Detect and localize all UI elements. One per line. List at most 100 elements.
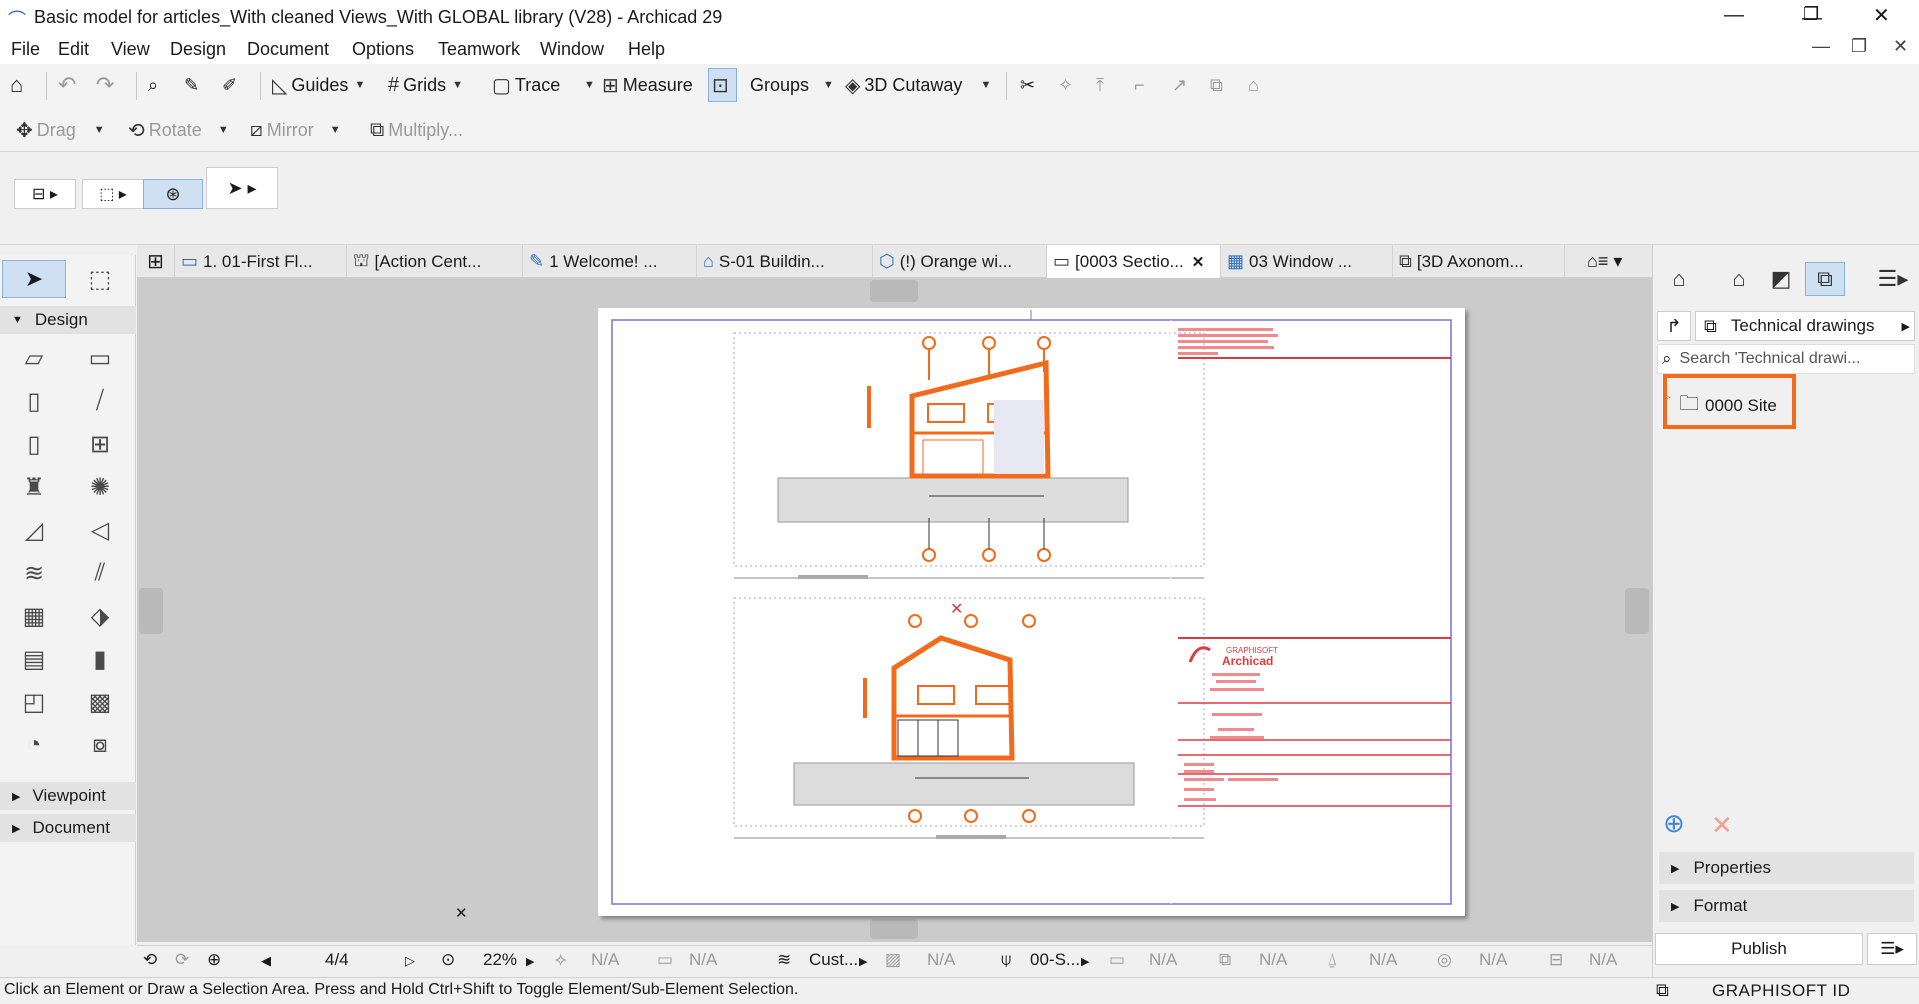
doc-restore-button[interactable]: ❐: [1851, 36, 1867, 57]
undo-view-icon[interactable]: ⟲: [143, 950, 157, 970]
menu-window[interactable]: Window: [540, 39, 604, 60]
project-map-icon[interactable]: ⌂: [1659, 262, 1699, 296]
trace-button[interactable]: ▢ Trace: [492, 70, 560, 100]
mirror-button[interactable]: ⧄ Mirror ▼: [250, 115, 341, 145]
graphic-override-value[interactable]: N/A: [1369, 950, 1397, 970]
selection-method-button[interactable]: ⊟ ▸: [14, 179, 76, 209]
publish-options-button[interactable]: ☰▸: [1867, 933, 1917, 965]
column-tool-icon[interactable]: ▯: [14, 383, 54, 419]
curtain-wall-tool-icon[interactable]: ▦: [14, 598, 54, 634]
zoom-in-icon[interactable]: ⊕: [207, 950, 221, 970]
layer-combination-icon[interactable]: ⟡: [555, 950, 566, 970]
publish-button[interactable]: Publish: [1655, 933, 1863, 965]
renovation-value[interactable]: N/A: [1149, 950, 1177, 970]
undo-icon[interactable]: ↶: [58, 70, 76, 100]
publisher-sets-icon[interactable]: ⧉: [1805, 262, 1845, 296]
menu-file[interactable]: File: [11, 39, 40, 60]
format-section[interactable]: ▶ Format: [1659, 890, 1914, 922]
menu-view[interactable]: View: [111, 39, 150, 60]
mep-tool-icon[interactable]: ◔: [14, 727, 54, 763]
measure-button[interactable]: ⊞ Measure: [602, 70, 693, 100]
menu-help[interactable]: Help: [628, 39, 665, 60]
dimension-dropdown-icon[interactable]: ▶: [1081, 955, 1089, 968]
restore-window-button[interactable]: ❐: [1803, 4, 1819, 25]
home-icon[interactable]: ⌂: [10, 70, 23, 100]
pen-set-icon[interactable]: ≋: [777, 950, 791, 970]
close-window-button[interactable]: ✕: [1873, 3, 1890, 28]
new-folder-icon[interactable]: ⊕: [1663, 808, 1685, 839]
layout-book-icon[interactable]: ◩: [1761, 262, 1801, 296]
drawing-canvas[interactable]: ✕ ✕ GRAPHISOFT Archicad: [137, 278, 1652, 942]
redo-view-icon[interactable]: ⟳: [175, 950, 189, 970]
previous-page-icon[interactable]: ◀: [261, 953, 271, 969]
publisher-set-dropdown[interactable]: ⧉ Technical drawings ▶: [1695, 311, 1915, 341]
intersect-icon[interactable]: ⌐: [1134, 70, 1145, 100]
grids-button[interactable]: # Grids ▼: [388, 70, 463, 100]
next-page-icon[interactable]: ▷: [405, 953, 415, 969]
arrow-tool-button[interactable]: ➤ ▸: [206, 167, 278, 209]
dimension-standard-value[interactable]: N/A: [1589, 950, 1617, 970]
doc-minimize-button[interactable]: —: [1812, 36, 1830, 57]
wall-tool-icon[interactable]: ▱: [14, 340, 54, 376]
top-scroll-handle[interactable]: [870, 280, 918, 302]
model-view-icon[interactable]: ▨: [885, 950, 901, 970]
tab-menu-button[interactable]: ⌂≡ ▾: [1581, 245, 1641, 278]
menu-edit[interactable]: Edit: [58, 39, 89, 60]
object-tool-icon[interactable]: ♜: [14, 469, 54, 505]
partial-structure-value[interactable]: N/A: [1479, 950, 1507, 970]
layer-combination-value[interactable]: N/A: [591, 950, 619, 970]
tab-section-active[interactable]: ▭ [0003 Sectio... ✕: [1047, 245, 1221, 278]
document-section-header[interactable]: ▶ Document: [0, 814, 136, 842]
menu-design[interactable]: Design: [170, 39, 226, 60]
tab-first-floor[interactable]: ▭ 1. 01-First Fl...: [175, 245, 347, 278]
mesh-tool-icon[interactable]: ▩: [80, 684, 120, 720]
pen-set-value[interactable]: Cust...: [809, 950, 858, 970]
go-up-icon[interactable]: ↱: [1657, 311, 1691, 341]
guides-button[interactable]: ◺ Guides ▼: [272, 70, 365, 100]
left-scroll-handle[interactable]: [139, 588, 163, 634]
tab-3d-axonometry[interactable]: ⧉ [3D Axonom...: [1393, 245, 1565, 278]
trace-dropdown-icon[interactable]: ▼: [584, 70, 595, 100]
zoom-dropdown-icon[interactable]: ▶: [526, 955, 534, 968]
marquee-button[interactable]: ⬚ ▸: [82, 179, 144, 209]
dimension-standard-icon[interactable]: ⊟: [1549, 950, 1563, 970]
magic-wand-toggle[interactable]: ⊛: [143, 179, 203, 209]
railing-tool-icon[interactable]: ⫽: [80, 555, 120, 591]
split-icon[interactable]: ✂: [1020, 70, 1035, 100]
doc-close-button[interactable]: ✕: [1893, 36, 1908, 57]
graphisoft-id-label[interactable]: GRAPHISOFT ID: [1712, 981, 1850, 1001]
skylight-tool-icon[interactable]: ◰: [14, 684, 54, 720]
close-tab-icon[interactable]: ✕: [1192, 253, 1205, 271]
arrow-tool[interactable]: ➤: [2, 260, 66, 298]
pick-up-parameters-icon[interactable]: ✎: [184, 70, 199, 100]
tab-building-section[interactable]: ⌂ S-01 Buildin...: [697, 245, 873, 278]
tab-action-center[interactable]: ⛫ [Action Cent...: [347, 245, 523, 278]
structural-icon[interactable]: ⧉: [1219, 950, 1231, 970]
renovation-icon[interactable]: ▭: [1109, 950, 1125, 970]
navigator-search-field[interactable]: ⌕ Search 'Technical drawi...: [1657, 344, 1915, 374]
tab-window-schedule[interactable]: ▦ 03 Window ...: [1221, 245, 1393, 278]
groups-button[interactable]: Groups ▼: [750, 70, 834, 100]
beam-tool-icon[interactable]: ⧸: [80, 383, 120, 419]
fillet-icon[interactable]: ↗: [1172, 70, 1187, 100]
dimension-value[interactable]: 00-S...: [1030, 950, 1080, 970]
offset-icon[interactable]: ⧉: [1210, 70, 1223, 100]
drag-button[interactable]: ✥ Drag ▼: [16, 115, 105, 145]
rotate-button[interactable]: ⟲ Rotate ▼: [128, 115, 229, 145]
multiply-button[interactable]: ⧉ Multiply...: [370, 115, 463, 145]
door-tool-icon[interactable]: ▯: [14, 426, 54, 462]
bottom-scroll-handle[interactable]: [870, 919, 918, 939]
monitor-icon[interactable]: ⧉: [1656, 980, 1669, 1001]
zoom-level[interactable]: 22%: [483, 950, 517, 970]
design-section-header[interactable]: ▼ Design: [0, 306, 136, 334]
tree-item-site[interactable]: 🗀 0000 Site: [1679, 389, 1777, 423]
delete-icon[interactable]: ✕: [1711, 810, 1733, 841]
roof-tool-icon[interactable]: ◿: [14, 512, 54, 548]
find-select-icon[interactable]: ⌕: [148, 70, 158, 100]
properties-section[interactable]: ▶ Properties: [1659, 852, 1914, 884]
partial-structure-icon[interactable]: ◎: [1437, 950, 1452, 970]
model-view-value[interactable]: N/A: [927, 950, 955, 970]
menu-options[interactable]: Options: [352, 39, 414, 60]
minimize-window-button[interactable]: —: [1724, 4, 1744, 27]
layout-sheet[interactable]: ✕ GRAPHISOFT Archicad: [598, 308, 1465, 916]
